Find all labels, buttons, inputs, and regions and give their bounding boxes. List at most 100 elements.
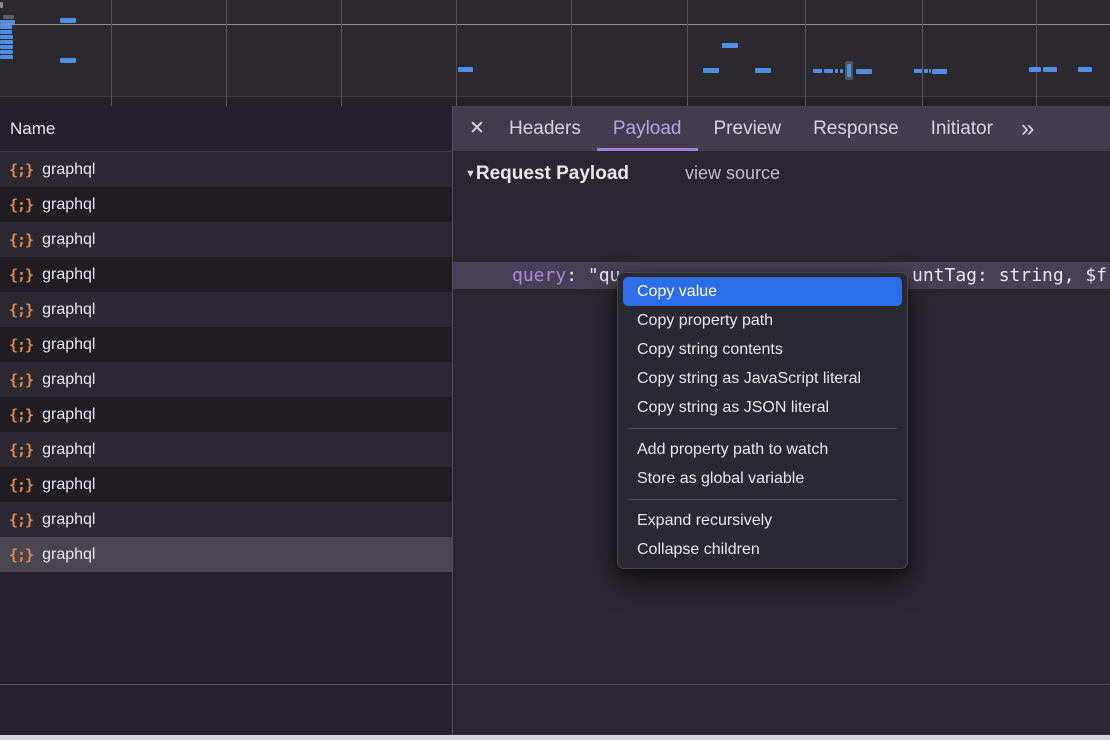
request-name-label: graphql [42,231,95,249]
waterfall-request-bar[interactable] [722,43,738,48]
menu-item-store-as-global-variable[interactable]: Store as global variable [623,464,902,493]
waterfall-request-bar[interactable] [0,2,3,8]
json-braces-icon: {;} [9,406,33,424]
menu-item-copy-value[interactable]: Copy value [623,277,902,306]
tab-initiator[interactable]: Initiator [915,106,1009,151]
request-row-graphql[interactable]: {;}graphql [0,187,453,222]
waterfall-request-bar[interactable] [0,35,13,39]
json-braces-icon: {;} [9,301,33,319]
tab-headers[interactable]: Headers [493,106,597,151]
request-row-graphql[interactable]: {;} graphql [0,152,453,187]
request-name-label: graphql [42,511,95,529]
json-braces-icon: {;} [9,476,33,494]
timeline-gridline [571,0,572,106]
json-braces-icon: {;} [9,196,33,214]
waterfall-request-bar[interactable] [0,40,13,44]
name-column-header[interactable]: Name [0,106,453,152]
waterfall-request-bar[interactable] [458,67,473,72]
request-name-label: graphql [42,546,95,564]
request-row-graphql[interactable]: {;}graphql [0,257,453,292]
view-source-link[interactable]: view source [685,163,780,183]
name-column-label: Name [10,119,55,139]
waterfall-request-bar[interactable] [703,68,719,73]
json-braces-icon: {;} [9,161,33,179]
timeline-gridline [1036,0,1037,106]
request-name-label: graphql [42,441,95,459]
window-bottom-edge [0,735,1110,740]
request-name-label: graphql [42,476,95,494]
waterfall-request-bar[interactable] [0,45,13,49]
menu-item-copy-string-as-javascript-literal[interactable]: Copy string as JavaScript literal [623,364,902,393]
waterfall-request-bar[interactable] [932,69,947,74]
tab-preview[interactable]: Preview [698,106,798,151]
summary-bar-divider [0,684,1110,685]
menu-item-collapse-children[interactable]: Collapse children [623,535,902,564]
waterfall-request-bar[interactable] [840,69,843,73]
json-braces-icon: {;} [9,546,33,564]
menu-separator [628,499,897,500]
request-row-graphql[interactable]: {;} graphql [0,327,453,362]
request-row-graphql[interactable]: {;}graphql [0,502,453,537]
close-icon[interactable]: ✕ [461,106,493,151]
waterfall-request-bar[interactable] [1078,67,1092,72]
waterfall-request-bar[interactable] [0,25,12,29]
request-row-graphql[interactable]: {;} graphql [0,537,453,572]
menu-item-expand-recursively[interactable]: Expand recursively [623,506,902,535]
panel-split-divider[interactable] [452,106,453,735]
waterfall-request-bar[interactable] [929,69,931,73]
waterfall-request-bar[interactable] [835,69,838,73]
waterfall-request-bar[interactable] [1029,67,1041,72]
menu-item-add-property-path-to-watch[interactable]: Add property path to watch [623,435,902,464]
request-row-graphql[interactable]: {;} graphql [0,467,453,502]
timeline-gridline [341,0,342,106]
request-row-graphql[interactable]: {;}graphql [0,222,453,257]
waterfall-request-bar[interactable] [813,69,822,73]
json-braces-icon: {;} [9,266,33,284]
menu-item-copy-property-path[interactable]: Copy property path [623,306,902,335]
waterfall-request-bar[interactable] [755,68,771,73]
request-row-graphql[interactable]: {;}graphql [0,292,453,327]
key-separator: : [566,265,588,286]
waterfall-request-bar[interactable] [3,15,14,19]
property-value-right-fragment: untTag: string, $f [912,262,1107,289]
network-overview-timeline[interactable] [0,0,1110,106]
waterfall-request-bar[interactable] [914,69,922,73]
menu-separator [628,428,897,429]
request-rows: {;} graphql {;} graphql {;} graphql {;} graphql… [0,152,453,572]
tab-response[interactable]: Response [797,106,915,151]
waterfall-selected-marker[interactable] [845,61,853,80]
waterfall-request-bar[interactable] [60,58,76,63]
json-braces-icon: {;} [9,371,33,389]
waterfall-request-bar[interactable] [60,18,76,23]
request-name-label: graphql [42,161,95,179]
waterfall-request-bar[interactable] [0,30,12,34]
request-name-label: graphql [42,406,95,424]
request-name-label: graphql [42,336,95,354]
waterfall-request-bar[interactable] [1043,67,1057,72]
request-payload-title: Request Payload [476,163,629,184]
menu-item-copy-string-contents[interactable]: Copy string contents [623,335,902,364]
timeline-gridline [687,0,688,106]
waterfall-request-bar[interactable] [824,69,833,73]
request-row-graphql[interactable]: {;}graphql [0,432,453,467]
timeline-gridline [111,0,112,106]
collapse-triangle-icon[interactable]: ▼ [465,168,476,180]
property-value-left-fragment: "qu [588,265,621,286]
timeline-gridline [805,0,806,106]
menu-item-copy-string-as-json-literal[interactable]: Copy string as JSON literal [623,393,902,422]
waterfall-request-bar[interactable] [0,50,13,54]
waterfall-request-bar[interactable] [0,20,15,24]
detail-tab-bar: ✕ HeadersPayloadPreviewResponseInitiator… [453,106,1110,151]
waterfall-request-bar[interactable] [924,69,928,73]
request-payload-section-header: ▼Request Payload view source [465,163,780,185]
request-row-graphql[interactable]: {;}graphql [0,362,453,397]
waterfall-request-bar[interactable] [856,69,872,74]
marker-core [847,64,851,77]
more-tabs-icon[interactable]: » [1009,106,1043,151]
json-braces-icon: {;} [9,336,33,354]
tab-payload[interactable]: Payload [597,106,698,151]
timeline-gridline [456,0,457,106]
waterfall-request-bar[interactable] [0,55,13,59]
request-row-graphql[interactable]: {;} graphql [0,397,453,432]
timeline-gridline [226,0,227,106]
